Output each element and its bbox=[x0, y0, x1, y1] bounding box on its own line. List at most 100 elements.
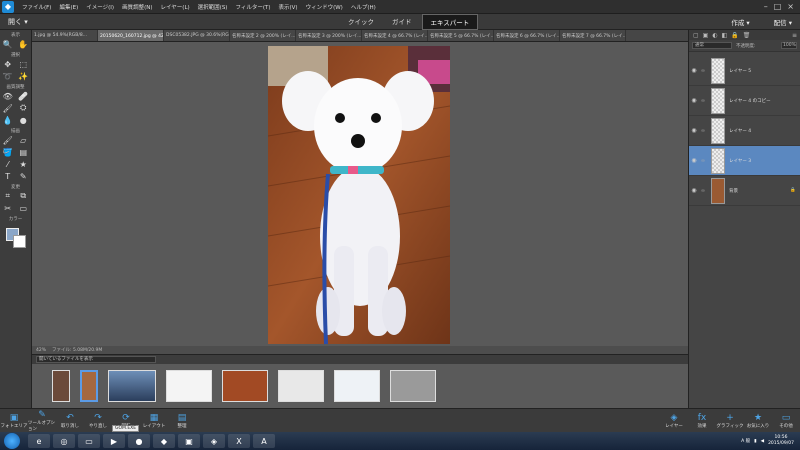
ime-indicator[interactable]: A 般 bbox=[741, 438, 750, 444]
ie-icon[interactable]: e bbox=[28, 434, 50, 448]
crop-icon[interactable]: ⌗ bbox=[3, 191, 13, 201]
maximize-icon[interactable]: □ bbox=[774, 2, 782, 11]
visibility-eye-icon[interactable]: ◉ bbox=[689, 97, 699, 104]
layout-button[interactable]: ▦ レイアウト bbox=[140, 409, 168, 433]
minimize-icon[interactable]: – bbox=[764, 2, 768, 11]
tool-options-button[interactable]: ✎ ツールオプション bbox=[28, 409, 56, 433]
doc-tab[interactable]: 1.jpg @ 54.9%(RGB/8... bbox=[32, 30, 98, 41]
menu-file[interactable]: ファイル(F) bbox=[18, 3, 55, 11]
doc-tab[interactable]: 名称未設定 2 @ 200% (レイ... bbox=[230, 30, 296, 41]
doc-tab[interactable]: 名称未設定 6 @ 66.7% (レイ... bbox=[494, 30, 560, 41]
opacity-input[interactable]: 100% bbox=[781, 42, 797, 49]
doc-tab-active[interactable]: 20150620_160712.jpg @ 42% (レイヤー 3, RGB/8… bbox=[98, 30, 164, 41]
undo-button[interactable]: ↶ 取り消し bbox=[56, 409, 84, 433]
new-group-icon[interactable]: ▣ bbox=[703, 32, 709, 39]
bucket-icon[interactable]: 🪣 bbox=[3, 147, 13, 157]
volume-icon[interactable]: ◀ bbox=[761, 439, 764, 444]
marquee-icon[interactable]: ⬚ bbox=[18, 59, 28, 69]
bin-thumbnail[interactable] bbox=[52, 370, 70, 402]
mask-icon[interactable]: ◧ bbox=[722, 32, 728, 39]
organizer-button[interactable]: ▤ 整理 bbox=[168, 409, 196, 433]
redo-button[interactable]: ↷ やり直し bbox=[84, 409, 112, 433]
menu-image[interactable]: イメージ(I) bbox=[82, 3, 118, 11]
menu-layer[interactable]: レイヤー(L) bbox=[156, 3, 193, 11]
type-icon[interactable]: T bbox=[3, 171, 13, 181]
move-icon[interactable]: ✥ bbox=[3, 59, 13, 69]
layer-row[interactable]: ◉ ∞ レイヤー 4 bbox=[689, 116, 800, 146]
link-icon[interactable]: ∞ bbox=[699, 128, 707, 134]
content-move-icon[interactable]: ✂ bbox=[3, 203, 13, 213]
network-icon[interactable]: ▮ bbox=[754, 439, 756, 444]
bin-thumbnail[interactable] bbox=[278, 370, 324, 402]
share-button[interactable]: 配信 ▾ bbox=[774, 17, 792, 27]
hand-icon[interactable]: ✋ bbox=[18, 39, 28, 49]
menu-enhance[interactable]: 画質調整(N) bbox=[118, 3, 156, 11]
open-button[interactable]: 開く ▾ bbox=[0, 17, 60, 27]
doc-tab[interactable]: 名称未設定 3 @ 200% (レイ... bbox=[296, 30, 362, 41]
adjustment-layer-icon[interactable]: ◐ bbox=[712, 32, 717, 39]
recompose-icon[interactable]: ⧉ bbox=[18, 191, 28, 201]
layer-row[interactable]: ◉ ∞ レイヤー 4 のコピー bbox=[689, 86, 800, 116]
link-icon[interactable]: ∞ bbox=[699, 188, 707, 194]
layer-row[interactable]: ◉ ∞ 背景 🔒 bbox=[689, 176, 800, 206]
bin-thumbnail[interactable] bbox=[334, 370, 380, 402]
menu-view[interactable]: 表示(V) bbox=[275, 3, 302, 11]
blur-icon[interactable]: 💧 bbox=[3, 115, 13, 125]
visibility-eye-icon[interactable]: ◉ bbox=[689, 157, 699, 164]
pencil-icon[interactable]: ✎ bbox=[18, 171, 28, 181]
layer-lock-icon[interactable]: 🔒 bbox=[790, 188, 800, 193]
lock-icon[interactable]: 🔒 bbox=[731, 32, 738, 39]
zoom-icon[interactable]: 🔍 bbox=[3, 39, 13, 49]
clock[interactable]: 10:56 2015/09/07 bbox=[768, 435, 794, 447]
tab-quick[interactable]: クイック bbox=[340, 14, 382, 30]
acrobat-icon[interactable]: A bbox=[253, 434, 275, 448]
doc-tab[interactable]: 名称未設定 4 @ 66.7% (レイ... bbox=[362, 30, 428, 41]
menu-help[interactable]: ヘルプ(H) bbox=[347, 3, 380, 11]
doc-tab[interactable]: DSC05382.JPG @ 30.6%(RG... bbox=[164, 30, 230, 41]
shape-icon[interactable]: ★ bbox=[18, 159, 28, 169]
eraser-icon[interactable]: ▱ bbox=[18, 135, 28, 145]
redeye-icon[interactable]: 👁 bbox=[3, 91, 13, 101]
graphics-button[interactable]: + グラフィック bbox=[716, 409, 744, 433]
background-color-swatch[interactable] bbox=[13, 235, 26, 248]
menu-select[interactable]: 選択範囲(S) bbox=[194, 3, 232, 11]
firefox-icon[interactable]: ● bbox=[128, 434, 150, 448]
panel-menu-icon[interactable]: ≡ bbox=[792, 32, 800, 39]
menu-window[interactable]: ウィンドウ(W) bbox=[302, 3, 347, 11]
magic-wand-icon[interactable]: ✨ bbox=[18, 71, 28, 81]
gradient-icon[interactable]: ▤ bbox=[18, 147, 28, 157]
document-canvas[interactable] bbox=[32, 42, 688, 346]
gom-icon[interactable]: ▣ bbox=[178, 434, 200, 448]
tab-expert[interactable]: エキスパート bbox=[421, 13, 479, 30]
sponge-icon[interactable]: ● bbox=[18, 115, 28, 125]
favorites-button[interactable]: ★ お気に入り bbox=[744, 409, 772, 433]
lasso-icon[interactable]: ➰ bbox=[3, 71, 13, 81]
photoshop-icon[interactable]: ◈ bbox=[203, 434, 225, 448]
photo-image[interactable] bbox=[268, 46, 450, 344]
link-icon[interactable]: ∞ bbox=[699, 68, 707, 74]
bin-thumbnail-active[interactable] bbox=[80, 370, 98, 402]
menu-edit[interactable]: 編集(E) bbox=[55, 3, 82, 11]
bin-source-select[interactable]: 開いているファイルを表示 bbox=[36, 356, 156, 363]
blend-mode-select[interactable]: 通常 bbox=[692, 42, 732, 49]
app-icon[interactable]: ◆ bbox=[153, 434, 175, 448]
media-player-icon[interactable]: ▶ bbox=[103, 434, 125, 448]
bin-thumbnail[interactable] bbox=[390, 370, 436, 402]
visibility-eye-icon[interactable]: ◉ bbox=[689, 67, 699, 74]
doc-tab[interactable]: 名称未設定 5 @ 66.7% (レイ... bbox=[428, 30, 494, 41]
trash-icon[interactable]: 🗑 bbox=[743, 32, 751, 39]
excel-icon[interactable]: X bbox=[228, 434, 250, 448]
effects-button[interactable]: fx 効果 bbox=[688, 409, 716, 433]
layers-button[interactable]: ◈ レイヤー bbox=[660, 409, 688, 433]
bin-thumbnail[interactable] bbox=[108, 370, 156, 402]
layer-row[interactable]: ◉ ∞ レイヤー 5 bbox=[689, 56, 800, 86]
zoom-level[interactable]: 42% bbox=[36, 348, 46, 353]
photo-bin-button[interactable]: ▣ フォトエリア bbox=[0, 409, 28, 433]
clone-stamp-icon[interactable]: ⛭ bbox=[18, 103, 28, 113]
link-icon[interactable]: ∞ bbox=[699, 98, 707, 104]
visibility-eye-icon[interactable]: ◉ bbox=[689, 187, 699, 194]
doc-tab[interactable]: 名称未設定 7 @ 66.7% (レイ... bbox=[560, 30, 626, 41]
create-button[interactable]: 作成 ▾ bbox=[731, 17, 749, 27]
layer-row-selected[interactable]: ◉ ∞ レイヤー 3 bbox=[689, 146, 800, 176]
bin-thumbnail[interactable] bbox=[166, 370, 212, 402]
